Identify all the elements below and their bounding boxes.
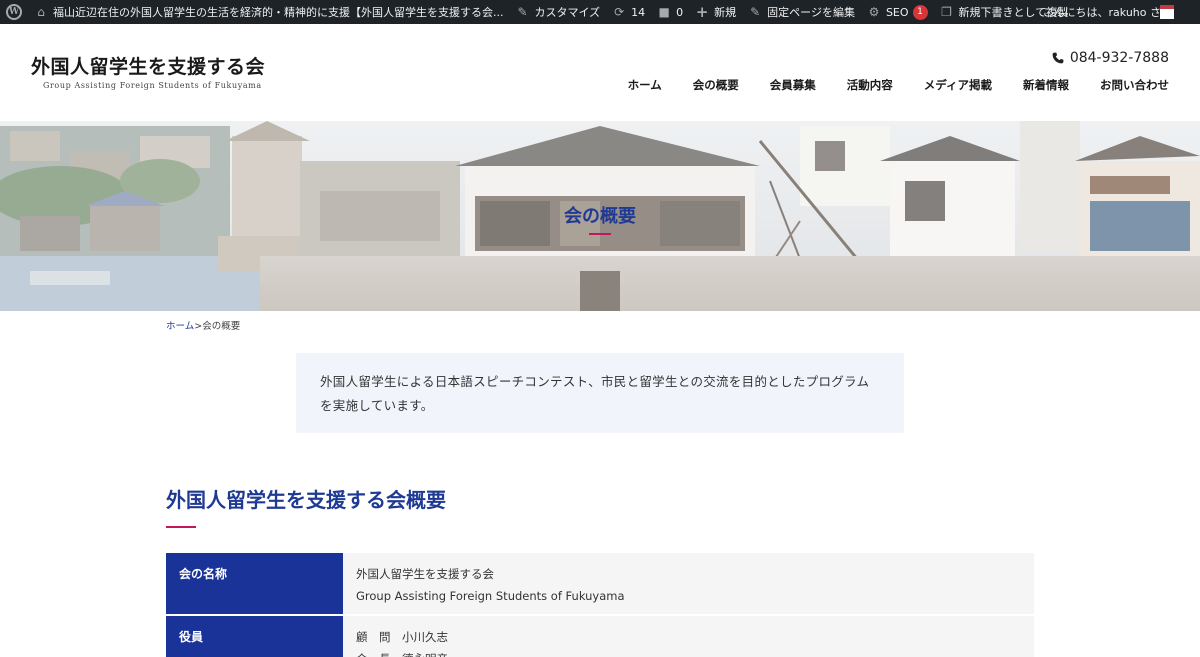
edit-page-link[interactable]: ✎ 固定ページを編集 [742,0,861,24]
seo-label: SEO [885,5,909,19]
comments-link[interactable]: ■ 0 [651,0,689,24]
copy-icon: ❐ [941,5,952,19]
plus-icon: + [695,3,709,21]
phone-number[interactable]: 084-932-7888 [1052,50,1169,66]
paintbrush-icon: ✎ [517,5,528,19]
nav-item-home[interactable]: ホーム [628,77,662,93]
site-logo-subtitle: Group Assisting Foreign Students of Fuku… [43,81,262,90]
comment-icon: ■ [658,5,670,19]
customize-label: カスタマイズ [534,6,601,19]
table-value-cell: 顧 問 小川久志 会 長 德永明彦 [343,616,1034,657]
comments-count: 0 [676,5,684,19]
main-nav: ホーム 会の概要 会員募集 活動内容 メディア掲載 新着情報 お問い合わせ [597,77,1169,93]
table-value-line: 顧 問 小川久志 [356,630,448,644]
nav-item-media[interactable]: メディア掲載 [924,77,992,93]
nav-item-activities[interactable]: 活動内容 [847,77,893,93]
hero-title: 会の概要 [564,206,636,227]
intro-text: 外国人留学生による日本語スピーチコンテスト、市民と留学生との交流を目的としたプロ… [320,374,870,413]
admin-bar: W ⌂ 福山近辺在住の外国人留学生の生活を経済的・精神的に支援【外国人留学生を支… [0,0,1200,24]
account-menu[interactable]: こんにちは、rakuho さん [1043,0,1200,24]
table-value-line: 外国人留学生を支援する会 [356,567,494,581]
table-row: 役員 顧 問 小川久志 会 長 德永明彦 [166,616,1034,657]
breadcrumb-separator: > [194,321,203,332]
seo-count-badge: 1 [912,4,928,20]
breadcrumb: ホーム>会の概要 [166,318,240,332]
overview-table: 会の名称 外国人留学生を支援する会 Group Assisting Foreig… [166,553,1034,657]
seo-menu[interactable]: ⚙ SEO 1 [861,0,934,24]
table-row: 会の名称 外国人留学生を支援する会 Group Assisting Foreig… [166,553,1034,616]
nav-item-about[interactable]: 会の概要 [693,77,739,93]
site-logo-title[interactable]: 外国人留学生を支援する会 [31,52,265,79]
table-value-line: 会 長 德永明彦 [356,648,1021,657]
home-icon: ⌂ [37,5,45,19]
greeting-label: こんにちは、rakuho さん [1042,6,1172,19]
wordpress-icon: W [6,4,22,20]
site-header: 外国人留学生を支援する会 Group Assisting Foreign Stu… [0,24,1200,121]
section-title: 外国人留学生を支援する会概要 [166,488,446,512]
hero-banner: 会の概要 [0,121,1200,311]
edit-page-label: 固定ページを編集 [767,6,855,19]
customize-link[interactable]: ✎ カスタマイズ [510,0,607,24]
new-label: 新規 [714,6,737,19]
nav-item-membership[interactable]: 会員募集 [770,77,816,93]
wp-logo-menu[interactable]: W [0,0,28,24]
breadcrumb-current: 会の概要 [202,321,241,332]
updates-count: 14 [631,5,646,19]
intro-box: 外国人留学生による日本語スピーチコンテスト、市民と留学生との交流を目的としたプロ… [296,353,904,433]
section-title-underline [166,526,196,528]
phone-label: 084-932-7888 [1069,50,1169,66]
table-header-cell: 会の名称 [166,553,343,614]
site-name-menu[interactable]: ⌂ 福山近辺在住の外国人留学生の生活を経済的・精神的に支援【外国人留学生を支援す… [28,0,510,24]
nav-item-contact[interactable]: お問い合わせ [1100,77,1169,93]
table-value-cell: 外国人留学生を支援する会 Group Assisting Foreign Stu… [343,553,1034,614]
phone-icon [1052,52,1064,64]
hero-title-underline [589,233,611,235]
nav-item-news[interactable]: 新着情報 [1023,77,1069,93]
new-content-menu[interactable]: + 新規 [689,0,742,24]
updates-link[interactable]: ⟳ 14 [606,0,651,24]
refresh-icon: ⟳ [614,5,625,19]
breadcrumb-home-link[interactable]: ホーム [166,321,194,332]
gear-icon: ⚙ [868,5,880,19]
pencil-icon: ✎ [750,5,761,19]
avatar[interactable] [1160,5,1174,19]
table-header-cell: 役員 [166,616,343,657]
table-value-line: Group Assisting Foreign Students of Fuku… [356,589,625,603]
site-name-label: 福山近辺在住の外国人留学生の生活を経済的・精神的に支援【外国人留学生を支援する会… [53,6,504,19]
